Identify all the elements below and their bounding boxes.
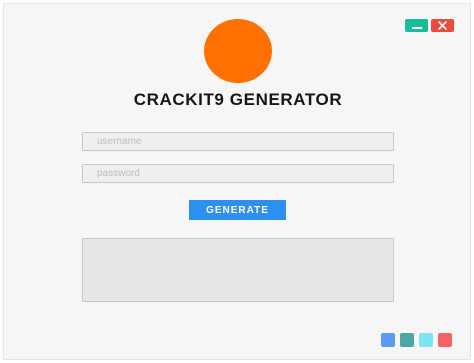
logo	[204, 19, 272, 83]
theme-swatch-cyan[interactable]	[419, 333, 433, 347]
theme-swatch-blue[interactable]	[381, 333, 395, 347]
username-input[interactable]	[82, 132, 394, 151]
theme-swatch-teal[interactable]	[400, 333, 414, 347]
close-button[interactable]	[431, 19, 454, 32]
minimize-icon	[411, 27, 422, 29]
output-textarea[interactable]	[82, 238, 394, 302]
minimize-button[interactable]	[405, 19, 428, 32]
close-icon	[438, 21, 447, 30]
generate-button[interactable]: GENERATE	[189, 200, 286, 220]
password-input[interactable]	[82, 164, 394, 183]
page-title: CRACKIT9 GENERATOR	[133, 90, 343, 109]
app-window: CRACKIT9 GENERATOR GENERATE	[3, 3, 471, 360]
theme-swatch-red[interactable]	[438, 333, 452, 347]
